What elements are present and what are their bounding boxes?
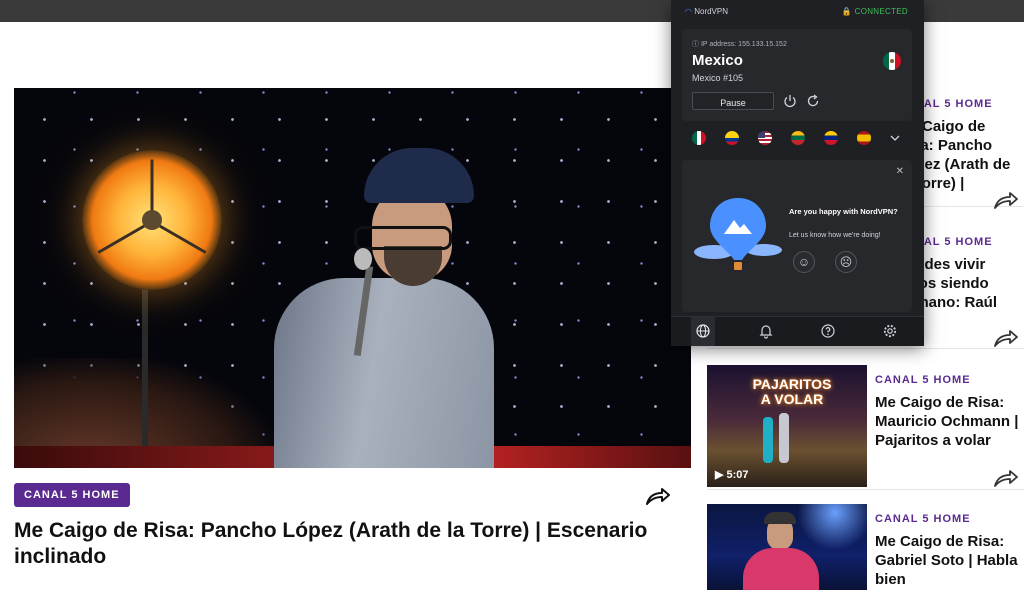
- lamp-stand: [142, 288, 148, 458]
- lithuania-flag-button[interactable]: [791, 131, 805, 145]
- share-icon[interactable]: [993, 328, 1019, 348]
- survey-question: Are you happy with NordVPN?: [789, 207, 898, 216]
- nordvpn-popup: ◠ NordVPN 🔒 CONNECTED ⓘ IP address: 155.…: [671, 0, 924, 346]
- venezuela-flag-button[interactable]: [824, 131, 838, 145]
- card-category: CANAL 5 HOME: [875, 513, 971, 525]
- share-icon[interactable]: [993, 190, 1019, 210]
- country-name: Mexico: [692, 52, 743, 69]
- related-card-3[interactable]: PAJARITOS A VOLAR ▶ 5:07 CANAL 5 HOME Me…: [707, 365, 1024, 490]
- video-duration: ▶ 5:07: [715, 469, 749, 481]
- share-icon[interactable]: [993, 468, 1019, 488]
- spain-flag-button[interactable]: [857, 131, 871, 145]
- happy-face-icon[interactable]: ☺: [793, 251, 815, 273]
- vpn-status: 🔒 CONNECTED: [842, 7, 908, 16]
- power-icon[interactable]: [783, 94, 797, 108]
- info-icon: ⓘ: [692, 41, 699, 48]
- status-text: CONNECTED: [854, 7, 908, 16]
- duration-text: 5:07: [726, 469, 749, 481]
- chevron-down-icon[interactable]: [890, 134, 900, 142]
- card-title[interactable]: Me Caigo de Risa: Mauricio Ochmann | Paj…: [875, 393, 1023, 450]
- lock-icon: 🔒: [841, 7, 853, 16]
- video-thumbnail[interactable]: [707, 504, 867, 590]
- gear-icon[interactable]: [882, 323, 898, 339]
- bell-icon[interactable]: [758, 323, 774, 339]
- stage-lamp: [82, 150, 222, 290]
- pause-button[interactable]: Pause: [692, 92, 774, 110]
- video-thumbnail[interactable]: PAJARITOS A VOLAR ▶ 5:07: [707, 365, 867, 487]
- vpn-logo: ◠ NordVPN: [685, 7, 728, 16]
- main-video-player[interactable]: [14, 88, 691, 468]
- sad-face-icon[interactable]: ☹: [835, 251, 857, 273]
- card-category: CANAL 5 HOME: [875, 374, 971, 386]
- presenter-figure: [254, 148, 504, 468]
- ip-address: ⓘ IP address: 155.133.15.152: [692, 39, 787, 49]
- help-icon[interactable]: [820, 323, 836, 339]
- nordvpn-logo-icon: ◠: [685, 7, 692, 16]
- card-title[interactable]: Me Caigo de Risa: Gabriel Soto | Habla b…: [875, 532, 1023, 589]
- share-icon[interactable]: [645, 486, 671, 506]
- main-video-title[interactable]: Me Caigo de Risa: Pancho López (Arath de…: [14, 518, 704, 570]
- globe-icon[interactable]: [695, 323, 711, 339]
- united-states-flag-button[interactable]: [758, 131, 772, 145]
- main-category-tag[interactable]: CANAL 5 HOME: [14, 483, 130, 507]
- connection-box: ⓘ IP address: 155.133.15.152 Mexico Mexi…: [682, 29, 912, 121]
- colombia-flag-button[interactable]: [725, 131, 739, 145]
- refresh-icon[interactable]: [806, 94, 820, 108]
- close-icon[interactable]: ✕: [896, 166, 904, 177]
- ip-text: IP address: 155.133.15.152: [700, 41, 787, 48]
- vpn-brand: NordVPN: [694, 7, 729, 16]
- mexico-flag-button[interactable]: [692, 131, 706, 145]
- mexico-flag-icon: [883, 52, 901, 70]
- related-card-4[interactable]: CANAL 5 HOME Me Caigo de Risa: Gabriel S…: [707, 504, 1024, 590]
- thumbnail-text: PAJARITOS A VOLAR: [752, 376, 832, 407]
- quick-connect-flags: [682, 124, 912, 154]
- balloon-icon: [694, 198, 782, 270]
- vpn-bottom-nav: [671, 316, 924, 346]
- server-name: Mexico #105: [692, 73, 744, 83]
- vpn-header: ◠ NordVPN 🔒 CONNECTED: [671, 0, 924, 24]
- feedback-survey: ✕ Are you happy with NordVPN? Let us kno…: [682, 160, 912, 312]
- survey-subtitle: Let us know how we're doing!: [789, 232, 881, 239]
